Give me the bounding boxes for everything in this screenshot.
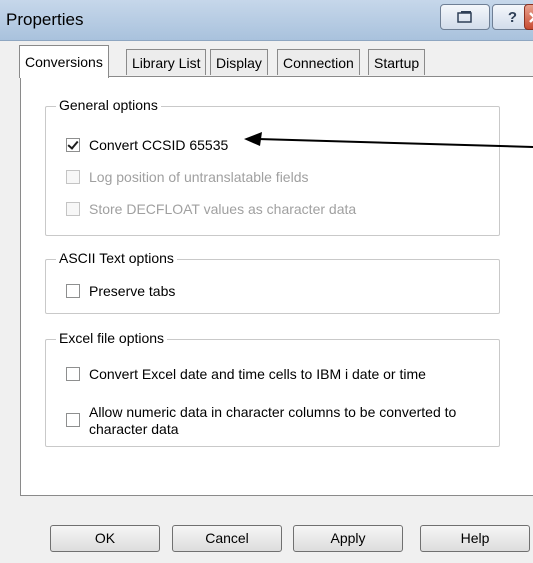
window-title: Properties bbox=[6, 10, 84, 29]
restore-button[interactable] bbox=[440, 4, 490, 30]
tab-conversions[interactable]: Conversions bbox=[19, 45, 109, 78]
excel-file-options-group: Excel file options Convert Excel date an… bbox=[45, 330, 500, 447]
question-icon: ? bbox=[507, 8, 518, 26]
checkbox-label: Preserve tabs bbox=[89, 283, 176, 299]
apply-button[interactable]: Apply bbox=[293, 525, 403, 552]
tab-startup[interactable]: Startup bbox=[368, 49, 426, 75]
preserve-tabs-checkbox[interactable] bbox=[66, 284, 80, 298]
cancel-button[interactable]: Cancel bbox=[172, 525, 282, 552]
restore-icon bbox=[457, 11, 472, 23]
convert-ccsid-checkbox[interactable] bbox=[66, 138, 80, 152]
properties-dialog: Properties ? Conversions Library List Di… bbox=[0, 0, 533, 563]
tab-library-list[interactable]: Library List bbox=[126, 49, 207, 75]
close-icon bbox=[529, 12, 533, 23]
checkbox-label: Log position of untranslatable fields bbox=[89, 169, 309, 185]
ascii-text-options-group: ASCII Text options Preserve tabs bbox=[45, 250, 500, 314]
log-position-checkbox bbox=[66, 170, 80, 184]
group-legend: Excel file options bbox=[56, 330, 168, 346]
checkbox-label-line1: Allow numeric data in character columns … bbox=[89, 404, 457, 420]
tab-display[interactable]: Display bbox=[210, 49, 268, 75]
checkbox-label: Convert CCSID 65535 bbox=[89, 137, 229, 153]
ok-button[interactable]: OK bbox=[50, 525, 160, 552]
checkbox-label: Convert Excel date and time cells to IBM… bbox=[89, 366, 426, 382]
checkbox-label-line2: character data bbox=[89, 421, 179, 437]
allow-numeric-data-checkbox[interactable] bbox=[66, 413, 80, 427]
title-bar: Properties ? bbox=[0, 0, 533, 41]
convert-excel-date-checkbox[interactable] bbox=[66, 367, 80, 381]
group-legend: ASCII Text options bbox=[56, 250, 177, 266]
conversions-panel: General options Convert CCSID 65535 Log … bbox=[20, 76, 533, 496]
close-button[interactable] bbox=[524, 4, 533, 30]
help-button[interactable]: Help bbox=[420, 525, 530, 552]
general-options-group: General options Convert CCSID 65535 Log … bbox=[45, 97, 500, 236]
checkbox-label: Store DECFLOAT values as character data bbox=[89, 201, 357, 217]
tab-connection[interactable]: Connection bbox=[277, 49, 360, 75]
store-decfloat-checkbox bbox=[66, 202, 80, 216]
group-legend: General options bbox=[56, 97, 161, 113]
